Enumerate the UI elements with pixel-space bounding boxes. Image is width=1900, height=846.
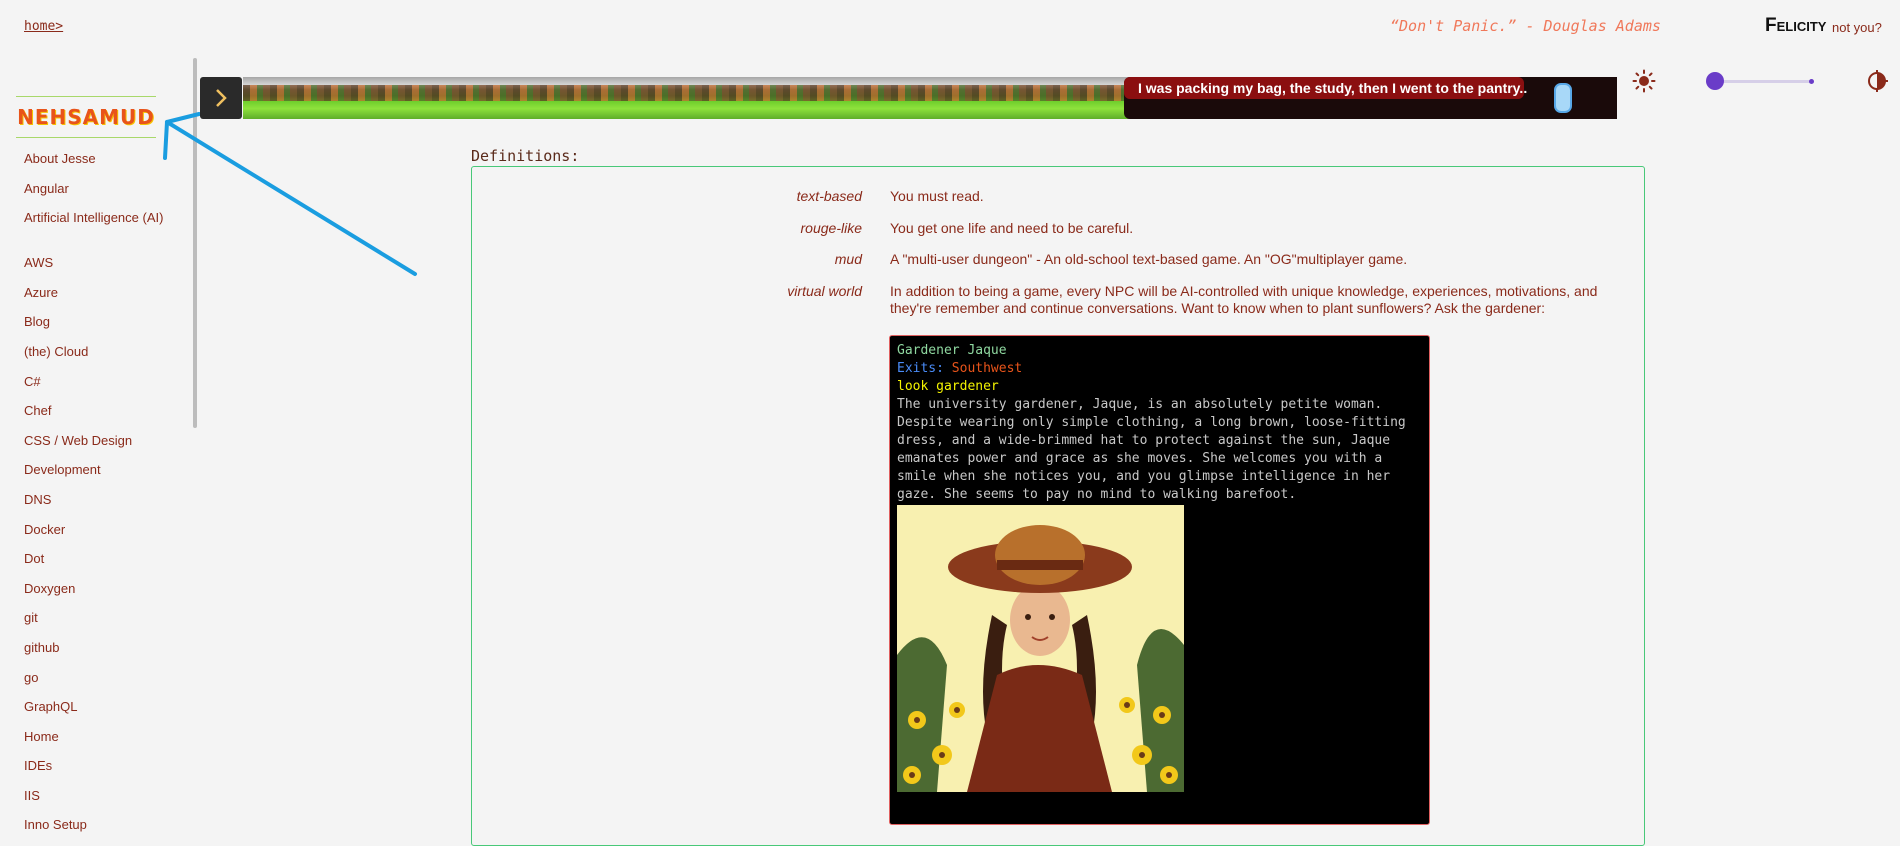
sun-icon[interactable] (1632, 69, 1656, 93)
sidebar-item-doxygen[interactable]: Doxygen (24, 580, 164, 610)
sidebar-nav: About Jesse Angular Artificial Intellige… (24, 150, 164, 846)
slider-thumb[interactable] (1706, 72, 1724, 90)
site-logo[interactable]: NEHSAMUD (16, 96, 156, 138)
sidebar-item-docker[interactable]: Docker (24, 521, 164, 551)
sidebar-item-github[interactable]: github (24, 639, 164, 669)
sidebar-item-css[interactable]: CSS / Web Design (24, 432, 164, 462)
breadcrumb-home-link[interactable]: home> (24, 19, 63, 34)
terminal-command: look gardener (897, 379, 999, 394)
npc-portrait (897, 505, 1184, 792)
sidebar-item-chef[interactable]: Chef (24, 402, 164, 432)
definition-desc: A "multi-user dungeon" - An old-school t… (890, 251, 1408, 267)
sidebar-item-angular[interactable]: Angular (24, 180, 164, 210)
definition-term: virtual world (787, 283, 862, 299)
logo-text: NEHSAMUD (17, 105, 155, 129)
slider-end-dot (1809, 79, 1814, 84)
not-you-link[interactable]: not you? (1832, 20, 1882, 35)
definitions-box: text-based You must read. rouge-like You… (471, 166, 1645, 846)
game-terminal: Gardener Jaque Exits: Southwest look gar… (889, 335, 1430, 825)
header-quote: “Don't Panic.” - Douglas Adams (1390, 17, 1661, 35)
sidebar-item-iis[interactable]: IIS (24, 787, 164, 817)
sidebar-item-inno-setup[interactable]: Inno Setup (24, 816, 164, 846)
sidebar-item-git[interactable]: git (24, 609, 164, 639)
npc-description: The university gardener, Jaque, is an ab… (897, 397, 1406, 502)
sidebar-toggle-button[interactable] (200, 77, 242, 119)
definition-desc: You must read. (890, 188, 984, 204)
gardener-portrait-image (897, 505, 1184, 792)
theme-slider[interactable] (1706, 72, 1814, 92)
sidebar-item-blog[interactable]: Blog (24, 313, 164, 343)
sidebar-item-dns[interactable]: DNS (24, 491, 164, 521)
chevron-right-icon (216, 89, 227, 107)
exits-label: Exits: (897, 361, 944, 376)
npc-name: Gardener Jaque (897, 343, 1007, 358)
sidebar-item-dot[interactable]: Dot (24, 550, 164, 580)
sidebar-item-cloud[interactable]: (the) Cloud (24, 343, 164, 373)
sidebar-item-graphql[interactable]: GraphQL (24, 698, 164, 728)
sidebar-item-ides[interactable]: IDEs (24, 757, 164, 787)
sidebar-item-home[interactable]: Home (24, 728, 164, 758)
definition-term: rouge-like (800, 220, 862, 236)
user-name: Felicity (1765, 15, 1827, 36)
sidebar-item-go[interactable]: go (24, 669, 164, 699)
annotation-arrow-icon (163, 112, 417, 276)
game-banner: I was packing my bag, the study, then I … (243, 77, 1617, 119)
exits-line: Exits: Southwest (897, 360, 1422, 378)
banner-message: I was packing my bag, the study, then I … (1124, 77, 1527, 99)
sidebar-item-about-jesse[interactable]: About Jesse (24, 150, 164, 180)
definition-term: mud (834, 251, 862, 267)
sidebar-item-azure[interactable]: Azure (24, 284, 164, 314)
exit-southwest-link[interactable]: Southwest (952, 361, 1022, 376)
sidebar-item-development[interactable]: Development (24, 461, 164, 491)
sidebar-item-aws[interactable]: AWS (24, 254, 164, 284)
half-moon-icon[interactable] (1866, 70, 1888, 92)
sidebar-item-ai[interactable]: Artificial Intelligence (AI) (24, 209, 164, 254)
definition-desc: You get one life and need to be careful. (890, 220, 1134, 236)
mouse-icon (1554, 83, 1572, 113)
definition-desc: In addition to being a game, every NPC w… (890, 283, 1598, 316)
banner-message-panel: I was packing my bag, the study, then I … (1124, 77, 1617, 119)
definition-term: text-based (796, 188, 862, 204)
sidebar-item-csharp[interactable]: C# (24, 373, 164, 403)
definitions-title: Definitions: (471, 147, 580, 165)
